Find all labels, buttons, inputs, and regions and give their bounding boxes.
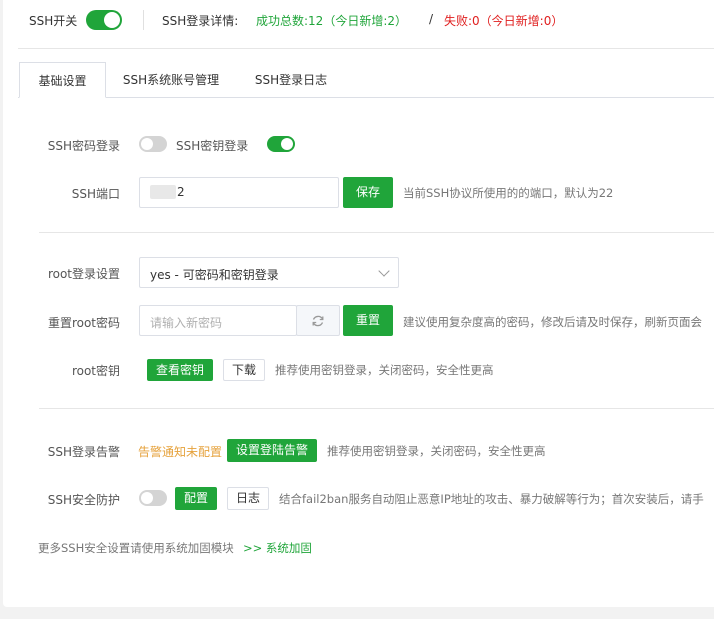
ssh-port-label: SSH端口 (71, 187, 120, 201)
password-login-label: SSH密码登录 (47, 139, 120, 153)
tab-ssh-accounts[interactable]: SSH系统账号管理 (115, 62, 227, 98)
refresh-icon (312, 315, 324, 327)
login-alarm-label: SSH登录告警 (47, 445, 120, 459)
button-label: 配置 (183, 491, 208, 505)
key-login-label: SSH密钥登录 (176, 139, 249, 153)
button-label: 查看密钥 (155, 363, 204, 377)
reset-root-password-label: 重置root密码 (47, 316, 120, 330)
header-divider-line (18, 48, 714, 49)
tab-label: SSH系统账号管理 (122, 73, 220, 87)
root-login-setting-label: root登录设置 (47, 267, 120, 281)
ssh-port-input[interactable]: 2 (139, 177, 339, 208)
fail-count-text: 失败:0（今日新增:0） (444, 14, 564, 28)
tab-label: 基础设置 (38, 74, 87, 88)
root-login-select-value: yes - 可密码和密钥登录 (150, 268, 279, 282)
footer-text: 更多SSH安全设置请使用系统加固模块 (38, 541, 234, 555)
tab-basic-settings[interactable]: 基础设置 (19, 62, 106, 98)
ssh-port-value: 2 (177, 185, 185, 199)
toggle-knob (141, 492, 153, 504)
ssh-settings-panel: SSH开关 SSH登录详情: 成功总数:12（今日新增:2） / 失败:0（今日… (3, 0, 714, 607)
download-key-button[interactable]: 下载 (223, 359, 265, 381)
new-password-placeholder: 请输入新密码 (150, 316, 223, 330)
success-count-text: 成功总数:12（今日新增:2） (256, 14, 407, 28)
security-protection-hint: 结合fail2ban服务自动阻止恶意IP地址的攻击、暴力破解等行为；首次安装后，… (279, 492, 704, 506)
chevron-down-icon (378, 265, 390, 277)
protection-config-button[interactable]: 配置 (175, 487, 217, 510)
password-login-toggle[interactable] (139, 136, 167, 152)
header-divider (143, 10, 144, 30)
ssh-switch-label: SSH开关 (29, 14, 78, 28)
root-key-hint: 推荐使用密钥登录，关闭密码，安全性更高 (275, 363, 494, 377)
save-port-button[interactable]: 保存 (343, 177, 393, 208)
generate-password-button[interactable] (296, 305, 340, 336)
reset-password-hint: 建议使用复杂度高的密码，修改后请及时保存，刷新页面会 (403, 315, 702, 329)
masked-port-digits (150, 185, 176, 199)
view-key-button[interactable]: 查看密钥 (147, 359, 213, 381)
login-detail-label: SSH登录详情: (162, 14, 239, 28)
tab-ssh-login-log[interactable]: SSH登录日志 (246, 62, 336, 98)
root-key-label: root密钥 (71, 364, 120, 378)
toggle-knob (104, 12, 120, 28)
alarm-status-text: 告警通知未配置 (138, 445, 223, 459)
set-login-alarm-button[interactable]: 设置登陆告警 (227, 439, 317, 462)
system-hardening-link[interactable]: >> 系统加固 (243, 540, 312, 556)
login-alarm-hint: 推荐使用密钥登录，关闭密码，安全性更高 (327, 444, 546, 458)
toggle-knob (141, 138, 153, 150)
button-label: 重置 (355, 313, 380, 327)
button-label: 保存 (355, 185, 380, 199)
button-label: 日志 (235, 491, 260, 505)
security-protection-label: SSH安全防护 (47, 493, 120, 507)
button-label: 设置登陆告警 (235, 443, 308, 457)
tab-label: SSH登录日志 (254, 73, 328, 87)
count-separator: / (429, 12, 434, 26)
protection-log-button[interactable]: 日志 (227, 487, 269, 510)
section-divider (39, 408, 714, 409)
key-login-toggle[interactable] (267, 136, 295, 152)
security-protection-toggle[interactable] (139, 490, 167, 506)
reset-password-button[interactable]: 重置 (343, 305, 393, 336)
new-password-input[interactable]: 请输入新密码 (139, 305, 297, 336)
ssh-port-hint: 当前SSH协议所使用的的端口，默认为22 (403, 186, 614, 200)
root-login-select[interactable]: yes - 可密码和密钥登录 (139, 257, 399, 288)
button-label: 下载 (231, 363, 256, 377)
toggle-knob (281, 138, 293, 150)
section-divider (39, 232, 714, 233)
ssh-switch-toggle[interactable] (86, 10, 122, 30)
